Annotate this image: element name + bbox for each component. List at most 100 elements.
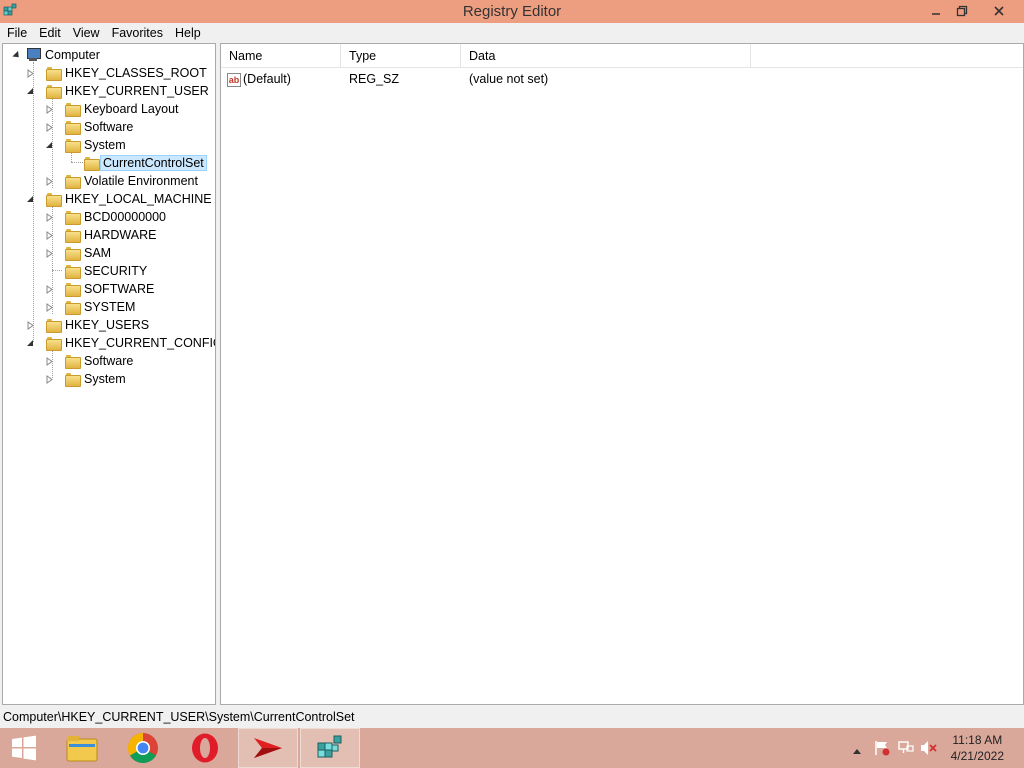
menu-edit[interactable]: Edit	[34, 23, 66, 43]
taskbar-foxit-reader[interactable]	[238, 728, 298, 768]
menu-favorites[interactable]: Favorites	[107, 23, 168, 43]
menu-file[interactable]: File	[2, 23, 32, 43]
tree-node[interactable]: SOFTWARE	[46, 280, 154, 298]
tree-node[interactable]: HKEY_CURRENT_USER	[27, 82, 209, 100]
tree-node[interactable]: SYSTEM	[46, 298, 136, 316]
tree-label: System	[84, 372, 126, 386]
clock-time: 11:18 AM	[952, 733, 1003, 747]
folder-icon	[65, 102, 81, 117]
expand-arrow-icon[interactable]	[45, 375, 54, 384]
collapse-arrow-icon[interactable]	[26, 339, 35, 348]
expand-arrow-icon[interactable]	[45, 231, 54, 240]
tree-node[interactable]: System	[46, 370, 126, 388]
expand-arrow-icon[interactable]	[26, 69, 35, 78]
taskbar: 11:18 AM 4/21/2022	[0, 728, 1024, 768]
expand-arrow-icon[interactable]	[26, 321, 35, 330]
value-row[interactable]: ab (Default) REG_SZ (value not set)	[221, 69, 1023, 89]
window-title: Registry Editor	[462, 3, 562, 20]
column-header-type[interactable]: Type	[341, 44, 461, 68]
menu-view[interactable]: View	[68, 23, 105, 43]
tree-node[interactable]: Keyboard Layout	[46, 100, 179, 118]
windows-logo-icon	[12, 735, 36, 761]
values-list-pane[interactable]: Name Type Data ab (Default) REG_SZ (value…	[220, 43, 1024, 705]
volume-tray[interactable]	[920, 740, 938, 761]
expand-arrow-icon[interactable]	[45, 249, 54, 258]
status-bar: Computer\HKEY_CURRENT_USER\System\Curren…	[0, 707, 1024, 728]
tree-label: SYSTEM	[84, 300, 136, 314]
folder-icon	[46, 66, 62, 81]
action-center-tray[interactable]	[874, 740, 890, 761]
folder-icon	[84, 156, 100, 171]
folder-icon	[46, 318, 62, 333]
tree-node[interactable]: HKEY_CURRENT_CONFIG	[27, 334, 216, 352]
tree-root-computer[interactable]: Computer	[12, 46, 100, 64]
computer-icon	[25, 48, 41, 62]
tree-node[interactable]: Software	[46, 118, 133, 136]
status-path: Computer\HKEY_CURRENT_USER\System\Curren…	[3, 710, 355, 724]
clock[interactable]: 11:18 AM 4/21/2022	[951, 732, 1004, 764]
collapse-arrow-icon[interactable]	[45, 141, 54, 150]
title-bar[interactable]: Registry Editor	[0, 0, 1024, 23]
collapse-arrow-icon[interactable]	[12, 50, 22, 60]
tree-node[interactable]: BCD00000000	[46, 208, 166, 226]
tree-node[interactable]: Volatile Environment	[46, 172, 198, 190]
taskbar-opera[interactable]	[175, 728, 235, 768]
folder-icon	[65, 120, 81, 135]
expand-arrow-icon[interactable]	[45, 213, 54, 222]
tree-label: SAM	[84, 246, 112, 260]
tree-label: HKEY_LOCAL_MACHINE	[65, 192, 212, 206]
menu-bar: File Edit View Favorites Help	[0, 23, 1024, 43]
tree-label: Keyboard Layout	[84, 102, 179, 116]
tree-node[interactable]: System	[46, 136, 126, 154]
tree-label: System	[84, 138, 126, 152]
opera-icon	[192, 733, 218, 763]
close-icon	[994, 6, 1004, 16]
string-value-icon: ab	[227, 72, 241, 87]
tree-label: HKEY_CURRENT_USER	[65, 84, 209, 98]
folder-icon	[65, 264, 81, 279]
network-tray[interactable]	[898, 740, 914, 761]
tree-label: Volatile Environment	[84, 174, 198, 188]
tree-node[interactable]: SAM	[46, 244, 112, 262]
network-icon	[898, 741, 914, 753]
close-button[interactable]	[982, 0, 1016, 22]
column-header-name[interactable]: Name	[221, 44, 341, 68]
tree-node[interactable]: Software	[46, 352, 134, 370]
taskbar-file-explorer[interactable]	[52, 728, 112, 768]
tree-label: HKEY_CURRENT_CONFIG	[65, 336, 216, 350]
expand-arrow-icon[interactable]	[45, 285, 54, 294]
start-button[interactable]	[0, 728, 48, 768]
menu-help[interactable]: Help	[170, 23, 206, 43]
column-headers: Name Type Data	[221, 44, 1023, 68]
column-header-data[interactable]: Data	[461, 44, 751, 68]
minimize-button[interactable]	[922, 0, 950, 22]
registry-editor-icon	[317, 735, 342, 758]
folder-icon	[65, 174, 81, 189]
collapse-arrow-icon[interactable]	[26, 195, 35, 204]
flag-icon	[875, 741, 890, 756]
folder-icon	[46, 336, 62, 351]
expand-arrow-icon[interactable]	[45, 177, 54, 186]
taskbar-chrome[interactable]	[113, 728, 173, 768]
show-hidden-icons-button[interactable]	[852, 742, 862, 760]
key-tree-pane[interactable]: Computer HKEY_CLASSES_ROOT HKEY_CURRENT_U…	[2, 43, 216, 705]
folder-icon	[46, 192, 62, 207]
tree-node[interactable]: HARDWARE	[46, 226, 156, 244]
tree-node[interactable]: HKEY_CLASSES_ROOT	[27, 64, 207, 82]
chrome-icon	[127, 733, 158, 764]
tree-node[interactable]: SECURITY	[65, 262, 147, 280]
folder-icon	[65, 300, 81, 315]
expand-arrow-icon[interactable]	[45, 105, 54, 114]
tree-label: Software	[84, 354, 134, 368]
expand-arrow-icon[interactable]	[45, 303, 54, 312]
collapse-arrow-icon[interactable]	[26, 87, 35, 96]
folder-icon	[65, 138, 81, 153]
tree-node[interactable]: CurrentControlSet	[84, 154, 207, 172]
restore-button[interactable]	[948, 0, 976, 22]
expand-arrow-icon[interactable]	[45, 357, 54, 366]
expand-arrow-icon[interactable]	[45, 123, 54, 132]
folder-icon	[65, 372, 81, 387]
taskbar-registry-editor[interactable]	[300, 728, 360, 768]
tree-node[interactable]: HKEY_LOCAL_MACHINE	[27, 190, 212, 208]
tree-node[interactable]: HKEY_USERS	[27, 316, 149, 334]
